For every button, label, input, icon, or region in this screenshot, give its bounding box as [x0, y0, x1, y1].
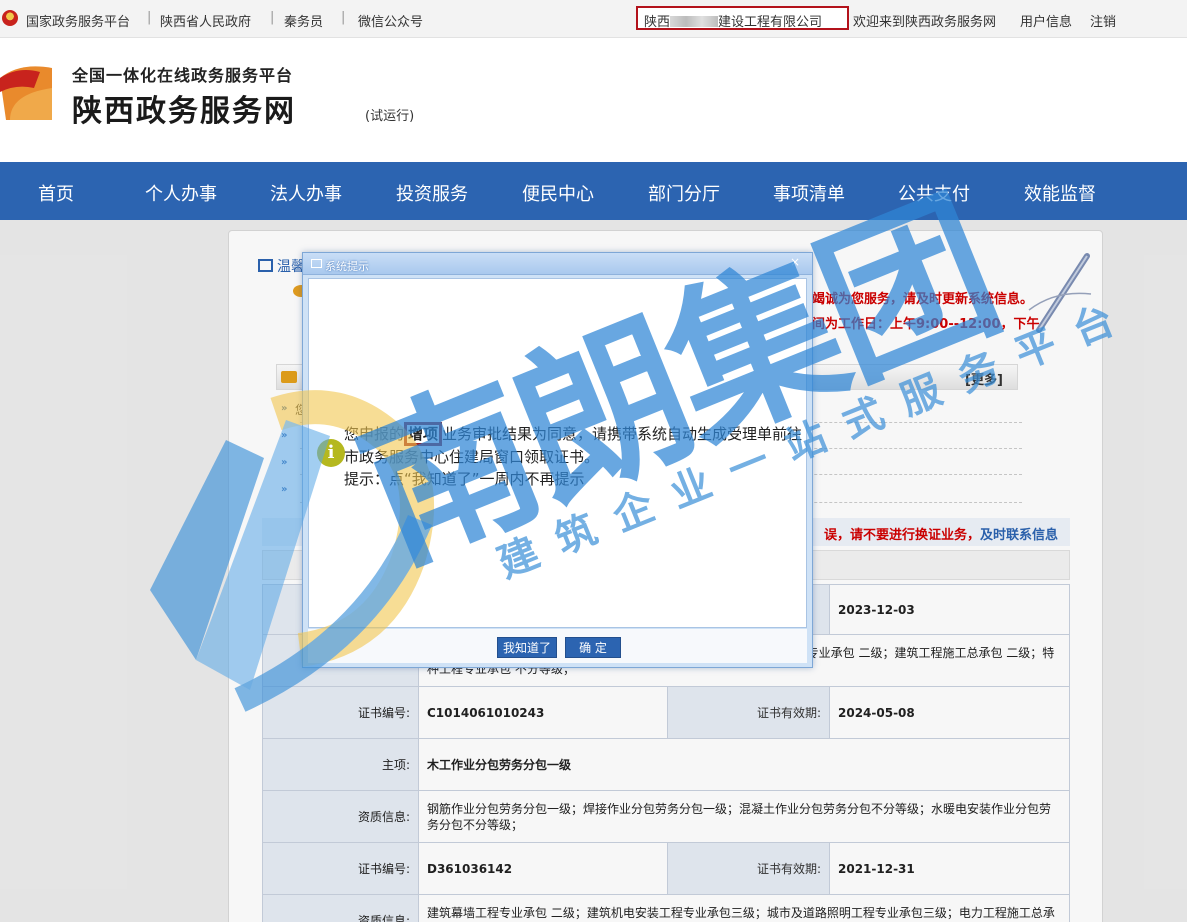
link-national-platform[interactable]: 国家政务服务平台 — [26, 11, 130, 30]
separator: | — [341, 10, 346, 25]
main-nav: 首页 个人办事 法人办事 投资服务 便民中心 部门分厅 事项清单 公共支付 效能… — [0, 162, 1187, 220]
site-title: 陕西政务服务网 — [72, 94, 296, 129]
info-icon: i — [317, 439, 345, 467]
top-bar: 国家政务服务平台 | 陕西省人民政府 | 秦务员 | 微信公众号 陕西 建设工程有… — [0, 0, 1187, 38]
nav-payment[interactable]: 公共支付 — [898, 180, 970, 206]
dialog-message: 您申报的 增项 业务审批结果为同意，请携带系统自动生成受理单前往市政务服务中心住建局… — [344, 422, 814, 490]
highlighted-term: 增项 — [404, 422, 443, 446]
dialog-title: 系统提示 — [325, 260, 369, 273]
link-qinwuyuan[interactable]: 秦务员 — [284, 11, 323, 30]
link-wechat[interactable]: 微信公众号 — [358, 11, 423, 30]
system-prompt-dialog: 系统提示 × i 您申报的 增项 业务审批结果为同意，请携带系统自动生成受理单前往市… — [302, 252, 813, 668]
nav-item-list[interactable]: 事项清单 — [773, 180, 845, 206]
window-icon — [311, 259, 322, 268]
confirm-button[interactable]: 确 定 — [565, 637, 621, 658]
separator: | — [147, 10, 152, 25]
dialog-titlebar[interactable]: 系统提示 × — [303, 253, 812, 275]
redacted-mark — [670, 16, 719, 27]
dialog-body: i 您申报的 增项 业务审批结果为同意，请携带系统自动生成受理单前往市政务服务中心住… — [308, 278, 807, 628]
company-prefix: 陕西 — [644, 15, 671, 30]
separator: | — [270, 10, 275, 25]
trial-label: (试运行) — [365, 109, 415, 124]
site-subtitle: 全国一体化在线政务服务平台 — [72, 66, 294, 85]
nav-convenience[interactable]: 便民中心 — [522, 180, 594, 206]
site-header: 全国一体化在线政务服务平台 陕西政务服务网 (试运行) — [0, 38, 1187, 162]
user-info-link[interactable]: 用户信息 — [1020, 11, 1072, 30]
link-shaanxi-government[interactable]: 陕西省人民政府 — [160, 11, 251, 30]
i-know-button[interactable]: 我知道了 — [497, 637, 557, 658]
close-icon[interactable]: × — [786, 256, 804, 270]
site-logo-icon — [0, 66, 52, 120]
dialog-footer: 我知道了 确 定 — [308, 629, 807, 663]
logout-link[interactable]: 注销 — [1090, 11, 1116, 30]
company-suffix: 建设工程有限公司 — [718, 15, 823, 30]
nav-supervision[interactable]: 效能监督 — [1024, 180, 1096, 206]
national-emblem-icon — [2, 10, 18, 26]
welcome-text: 欢迎来到陕西政务服务网 — [853, 15, 997, 30]
nav-departments[interactable]: 部门分厅 — [648, 180, 720, 206]
company-name: 陕西 建设工程有限公司 — [636, 6, 849, 30]
nav-investment[interactable]: 投资服务 — [396, 180, 468, 206]
nav-personal[interactable]: 个人办事 — [145, 180, 217, 206]
nav-legal-person[interactable]: 法人办事 — [270, 180, 342, 206]
dialog-hint: 提示：点“我知道了”一周内不再提示 — [344, 470, 585, 488]
nav-home[interactable]: 首页 — [38, 180, 74, 206]
